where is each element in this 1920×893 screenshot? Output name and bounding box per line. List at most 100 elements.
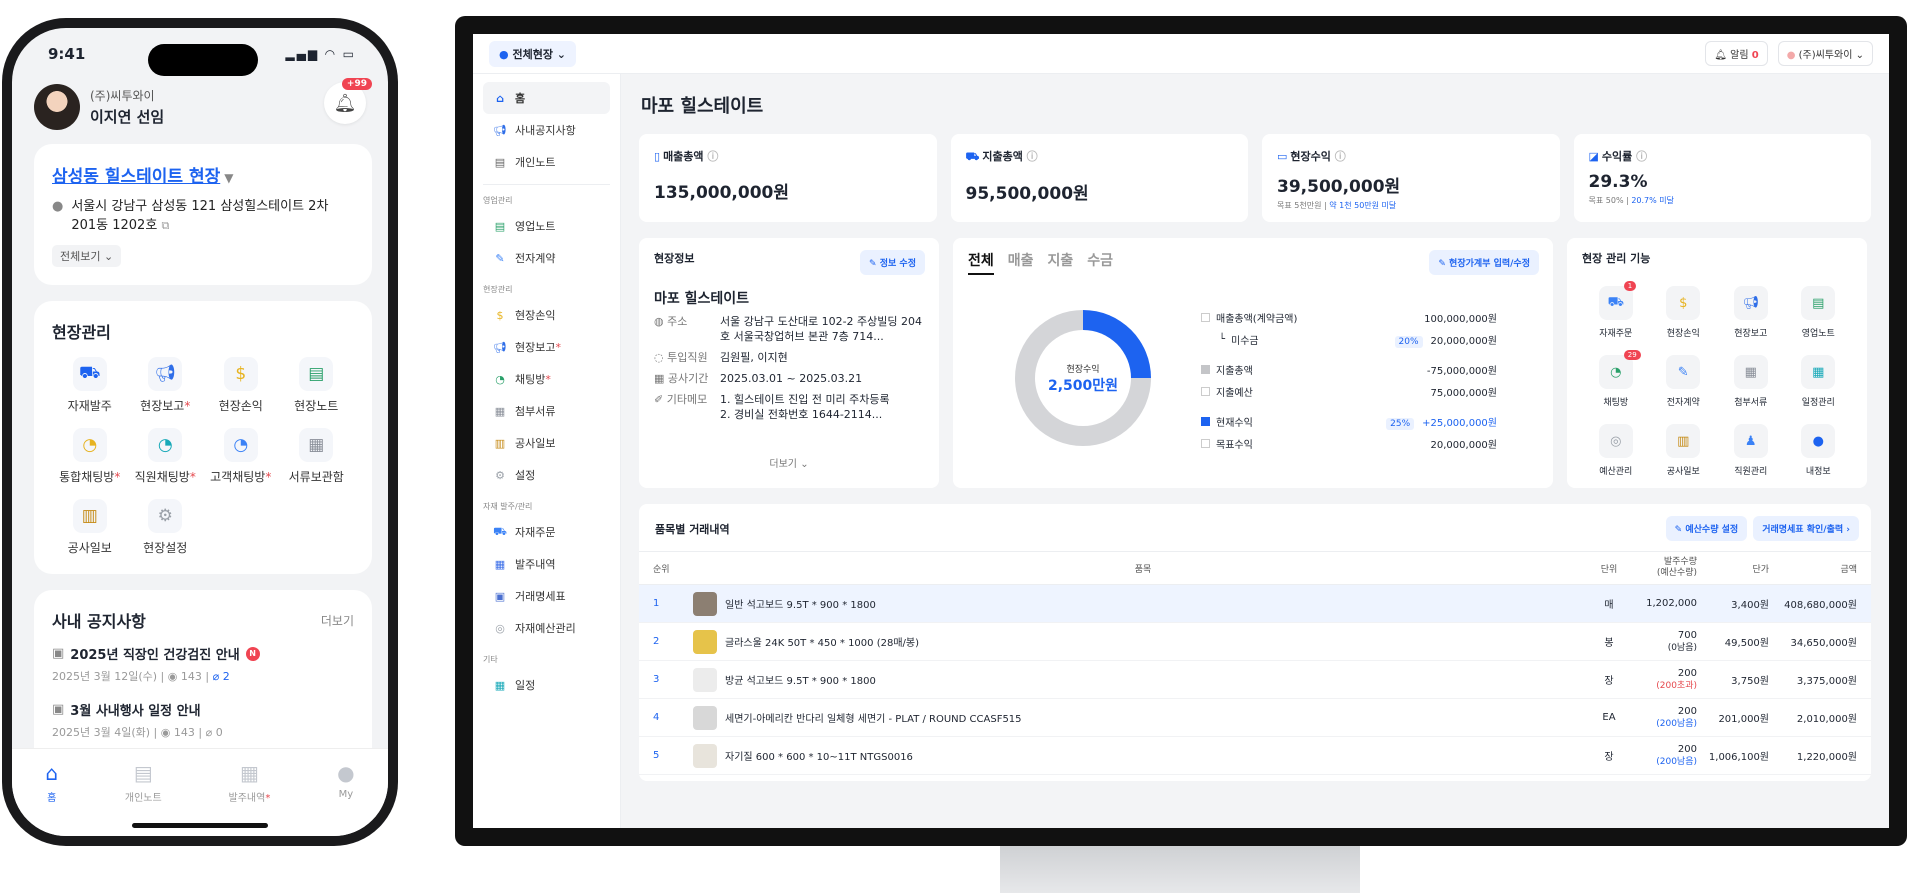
ledger-input-button[interactable]: ✎ 현장가계부 입력/수정 <box>1429 250 1539 275</box>
copy-icon[interactable]: ⧉ <box>161 219 169 232</box>
site-select-dropdown[interactable]: ● 전체현장 ⌄ <box>489 40 576 67</box>
notification-button[interactable]: 🔔︎ +99 <box>324 78 372 124</box>
sidebar-item[interactable]: 📢︎ 사내공지사항 <box>483 114 610 146</box>
info-icon[interactable]: ⓘ <box>1335 150 1346 163</box>
sidebar-item-label: 전자계약 <box>515 252 556 265</box>
pen-icon: ✎ <box>495 251 505 265</box>
function-item[interactable]: 📢︎ 현장보고 <box>1717 286 1785 339</box>
management-item[interactable]: ⛟ 자재발주 <box>52 357 128 414</box>
sidebar-item[interactable]: ▤ 영업노트 <box>483 210 610 242</box>
function-item[interactable]: $ 현장손익 <box>1650 286 1718 339</box>
chevron-down-icon: ⌄ <box>556 47 566 61</box>
sidebar-item[interactable]: ▦ 발주내역 <box>483 548 610 580</box>
tab-home[interactable]: ⌂ 홈 <box>45 761 58 836</box>
avatar: ● <box>1786 50 1796 61</box>
caret-down-icon[interactable]: ▼ <box>224 171 233 185</box>
stat-label: 수익률 <box>1601 150 1633 163</box>
table-row[interactable]: 1 일반 석고보드 9.5T * 900 * 1800 매 1,202,000 3,40… <box>639 585 1871 623</box>
budget-qty-button[interactable]: ✎ 예산수량 설정 <box>1665 516 1748 541</box>
sidebar-item[interactable]: ▦ 일정 <box>483 669 610 701</box>
sidebar-item[interactable]: ◔ 채팅방 * <box>483 363 610 395</box>
function-item[interactable]: ♟ 직원관리 <box>1717 424 1785 477</box>
avatar[interactable] <box>34 84 80 130</box>
table-row[interactable]: 3 방균 석고보드 9.5T * 900 * 1800 장 200 (200초과) 3,7… <box>639 661 1871 699</box>
notice-more-link[interactable]: 더보기 <box>321 612 354 629</box>
account-dropdown[interactable]: ● (주)씨투와이 ⌄ <box>1777 41 1873 66</box>
management-item[interactable]: ◔ 직원채팅방* <box>128 428 204 485</box>
table-row[interactable]: 2 글라스울 24K 50T * 450 * 1000 (28매/봉) 봉 700 (0… <box>639 623 1871 661</box>
sidebar-item[interactable]: $ 현장손익 <box>483 299 610 331</box>
notice-item[interactable]: ▣ 2025년 직장인 건강검진 안내 N 2025년 3월 12일(수) | ◉ … <box>52 644 354 684</box>
barrier-icon: ▥ <box>1666 424 1701 458</box>
tab-sales[interactable]: 매출 <box>1008 250 1034 275</box>
sidebar-item[interactable]: ⛟ 자재주문 <box>483 516 610 548</box>
stat-label: 매출총액 <box>663 150 704 163</box>
management-item[interactable]: ▦ 서류보관함 <box>279 428 355 485</box>
management-item[interactable]: ▥ 공사일보 <box>52 499 128 556</box>
sidebar-item[interactable]: ▦ 첨부서류 <box>483 395 610 427</box>
function-item[interactable]: ● 내정보 <box>1785 424 1853 477</box>
product-name: 자기질 600 * 600 * 10~11T NTGS0016 <box>725 752 913 763</box>
tab-expense[interactable]: 지출 <box>1048 250 1074 275</box>
function-item-label: 전자계약 <box>1666 398 1700 408</box>
address-line1: 서울시 강남구 삼성동 121 삼성힐스테이트 2차 <box>71 199 329 214</box>
sidebar-item[interactable]: ▤ 개인노트 <box>483 146 610 178</box>
management-item[interactable]: $ 현장손익 <box>203 357 279 414</box>
management-item[interactable]: ⚙ 현장설정 <box>128 499 204 556</box>
sidebar-item[interactable]: 📢︎ 현장보고 * <box>483 331 610 363</box>
calendar-icon: ▦ <box>494 678 506 692</box>
management-item-text: 자재발주 <box>67 399 112 413</box>
legend-row: 목표수익 20,000,000원 <box>1201 432 1497 454</box>
sidebar-item[interactable]: ◎ 자재예산관리 <box>483 612 610 644</box>
info-period: 2025.03.01 ~ 2025.03.21 <box>720 372 863 385</box>
tab-collection[interactable]: 수금 <box>1087 250 1113 275</box>
site-info-panel: 현장정보 ✎ 정보 수정 마포 힐스테이트 ◍ 주소 서울 강남구 도산대로 10… <box>639 238 939 488</box>
table-row[interactable]: 4 세면기-아메리칸 반다리 일체형 세면기 - PLAT / ROUND CCA… <box>639 699 1871 737</box>
function-item[interactable]: ▤ 영업노트 <box>1785 286 1853 339</box>
edit-info-button[interactable]: ✎ 정보 수정 <box>860 250 925 275</box>
alarm-button[interactable]: 🔔︎ 알림 0 <box>1705 41 1768 66</box>
sidebar-item[interactable]: ⌂ 홈 <box>483 82 610 114</box>
management-item[interactable]: 📢︎ 현장보고* <box>128 357 204 414</box>
sidebar-item[interactable]: ⚙ 설정 <box>483 459 610 491</box>
info-icon[interactable]: ⓘ <box>707 150 718 163</box>
transactions-table: 품목별 거래내역 ✎ 예산수량 설정 거래명세표 확인/출력 › 순위 품목 단… <box>639 504 1871 781</box>
stats-row: ▯ 매출총액 ⓘ 135,000,000원 ⛟ 지출총액 ⓘ 95,500,000원 ▭… <box>639 134 1871 222</box>
site-selector[interactable]: 삼성동 힐스테이트 현장 ▼ <box>52 162 354 187</box>
management-item[interactable]: ▤ 현장노트 <box>279 357 355 414</box>
function-item[interactable]: ⛟ 1 자재주문 <box>1582 281 1650 339</box>
info-icon[interactable]: ⓘ <box>1636 150 1647 163</box>
function-item[interactable]: ▦ 첨부서류 <box>1717 355 1785 408</box>
function-item[interactable]: ✎ 전자계약 <box>1650 355 1718 408</box>
gear-icon: ⚙ <box>495 468 505 482</box>
table-row[interactable]: 5 자기질 600 * 600 * 10~11T NTGS0016 장 200 (200… <box>639 737 1871 775</box>
legend-swatch <box>1201 416 1210 426</box>
notice-item[interactable]: ▣ 3월 사내행사 일정 안내 2025년 3월 4일(화) | ◉ 143 | … <box>52 700 354 740</box>
function-item[interactable]: ◎ 예산관리 <box>1582 424 1650 477</box>
site-name[interactable]: 삼성동 힐스테이트 현장 <box>52 167 220 187</box>
management-item-text: 서류보관함 <box>288 470 344 484</box>
management-item-text: 현장설정 <box>143 541 188 555</box>
more-button[interactable]: 더보기 ⌄ <box>639 455 939 470</box>
view-all-button[interactable]: 전체보기 ⌄ <box>52 245 122 267</box>
tab-my[interactable]: ● My <box>337 761 354 836</box>
statement-print-button[interactable]: 거래명세표 확인/출력 › <box>1753 516 1859 541</box>
management-item-label: 고객채팅방* <box>210 468 271 485</box>
function-item[interactable]: ▦ 일정관리 <box>1785 355 1853 408</box>
table-header: 순위 품목 단위 발주수량 (예산수량) 단가 금액 <box>639 551 1871 585</box>
product-name: 세면기-아메리칸 반다리 일체형 세면기 - PLAT / ROUND CCAS… <box>725 714 1022 725</box>
sidebar-item[interactable]: ▣ 거래명세표 <box>483 580 610 612</box>
info-icon[interactable]: ⓘ <box>1027 150 1038 163</box>
management-item[interactable]: ◔ 통합채팅방* <box>52 428 128 485</box>
tab-all[interactable]: 전체 <box>968 250 994 275</box>
sidebar-group-label: 기타 <box>483 655 498 664</box>
function-item[interactable]: ◔ 29 채팅방 <box>1582 350 1650 408</box>
chat-icon: ◔ <box>1598 355 1633 389</box>
receipt-icon: ▣ <box>494 589 506 603</box>
function-item[interactable]: ▥ 공사일보 <box>1650 424 1718 477</box>
chevron-down-icon: ⌄ <box>103 250 114 263</box>
sidebar-item[interactable]: ▥ 공사일보 <box>483 427 610 459</box>
function-item-label: 영업노트 <box>1801 329 1835 339</box>
management-item[interactable]: ◔ 고객채팅방* <box>203 428 279 485</box>
sidebar-item[interactable]: ✎ 전자계약 <box>483 242 610 274</box>
